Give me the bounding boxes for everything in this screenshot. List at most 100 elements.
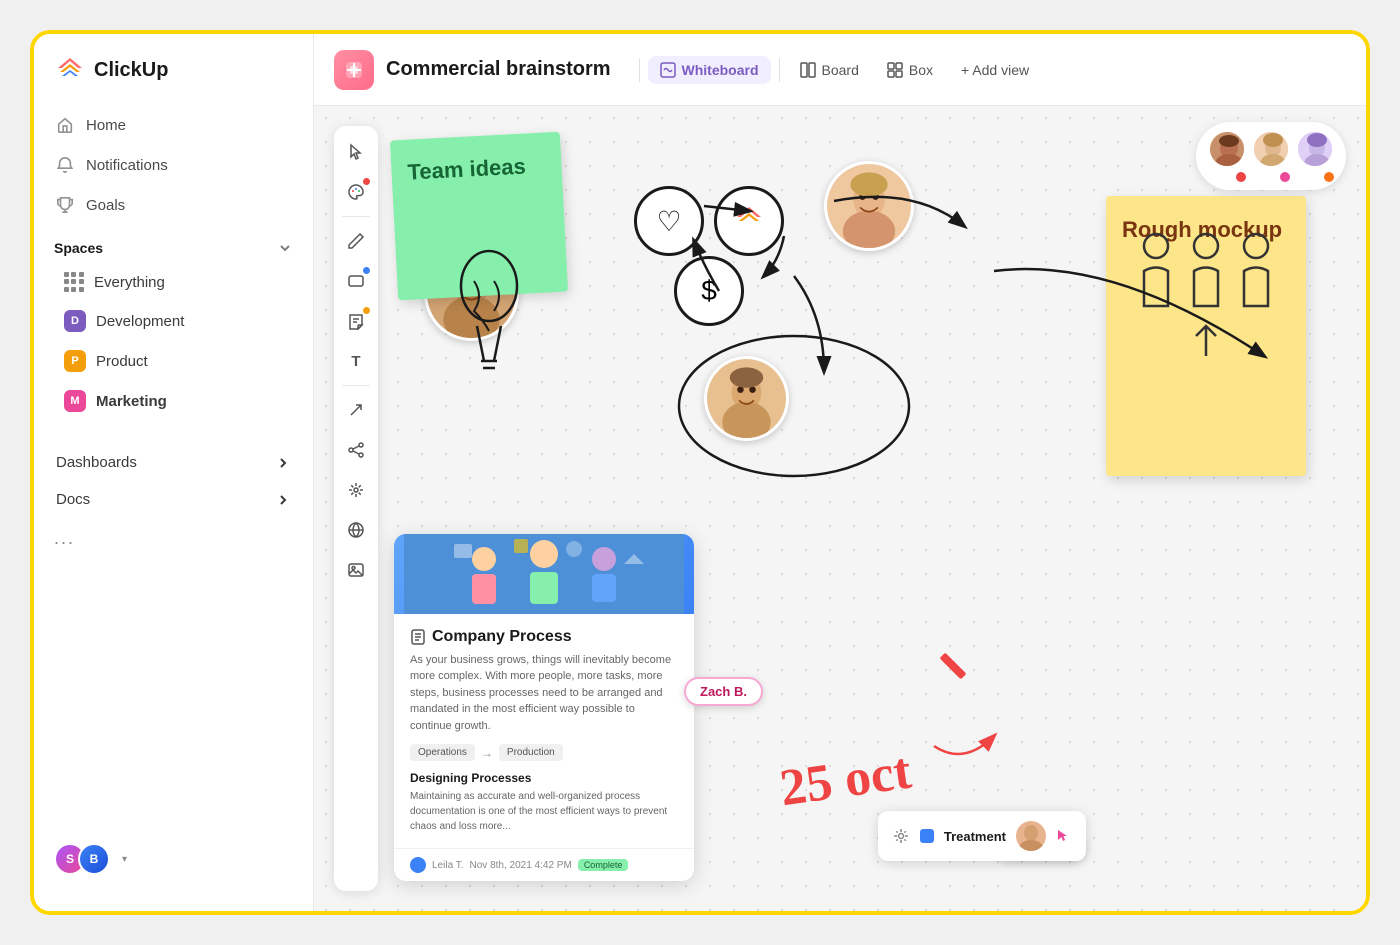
footer-complete-badge: Complete xyxy=(578,859,629,871)
tool-pencil[interactable] xyxy=(338,223,374,259)
toolbar-separator-1 xyxy=(342,216,370,217)
dashboards-item[interactable]: Dashboards xyxy=(44,444,303,481)
whiteboard-toolbar: T xyxy=(334,126,378,891)
share-icon xyxy=(347,441,365,459)
heart-circle: ♡ xyxy=(634,186,704,256)
footer-avatar-stack: S B xyxy=(54,843,110,875)
treatment-avatar-face xyxy=(1016,821,1046,851)
docs-item[interactable]: Docs xyxy=(44,481,303,518)
sidebar-item-product[interactable]: P Product xyxy=(54,342,293,380)
sidebar-more-button[interactable]: ... xyxy=(34,518,313,559)
collab1-face xyxy=(1210,132,1246,168)
collab3-face xyxy=(1298,132,1334,168)
marketing-label: Marketing xyxy=(96,393,167,410)
sidebar-item-marketing[interactable]: M Marketing xyxy=(54,382,293,420)
handwriting-svg: 25 oct xyxy=(774,731,994,811)
notifications-label: Notifications xyxy=(86,157,168,174)
note-icon xyxy=(347,312,365,330)
spaces-header[interactable]: Spaces xyxy=(54,240,293,256)
footer-dropdown-arrow[interactable]: ▾ xyxy=(122,854,127,865)
goals-label: Goals xyxy=(86,197,125,214)
tool-note[interactable] xyxy=(338,303,374,339)
development-label: Development xyxy=(96,313,184,330)
person3-face xyxy=(707,356,786,441)
doc-tag-arrow: → xyxy=(481,746,493,760)
document-card[interactable]: Company Process As your business grows, … xyxy=(394,534,694,882)
box-tab-label: Box xyxy=(909,62,933,78)
chevron-right-docs-icon xyxy=(275,492,291,508)
collab-dot-1 xyxy=(1236,172,1246,182)
tool-rectangle[interactable] xyxy=(338,263,374,299)
tool-text[interactable]: T xyxy=(338,343,374,379)
logo-area[interactable]: ClickUp xyxy=(34,54,313,106)
tool-image[interactable] xyxy=(338,552,374,588)
tool-ai[interactable] xyxy=(338,472,374,508)
product-badge: P xyxy=(64,350,86,372)
sidebar-item-home[interactable]: Home xyxy=(44,106,303,144)
tab-divider xyxy=(639,58,640,82)
sticky-note-team-ideas: Team ideas xyxy=(390,132,568,301)
move-cursor-icon xyxy=(892,827,910,845)
tab-box[interactable]: Box xyxy=(875,56,945,84)
note-dot xyxy=(363,307,370,314)
add-view-button[interactable]: + Add view xyxy=(949,56,1041,84)
tool-arrow[interactable] xyxy=(338,392,374,428)
tool-share[interactable] xyxy=(338,432,374,468)
tool-select[interactable] xyxy=(338,134,374,170)
cursor-pink-icon xyxy=(1056,828,1072,844)
sidebar-item-goals[interactable]: Goals xyxy=(44,186,303,224)
people-figures xyxy=(1126,226,1286,371)
whiteboard-canvas[interactable]: T xyxy=(314,106,1366,911)
whiteboard-tab-label: Whiteboard xyxy=(682,62,759,78)
select-icon xyxy=(347,143,365,161)
collab-avatar-2 xyxy=(1252,130,1290,168)
collab-dot-2 xyxy=(1280,172,1290,182)
footer-author: Leila T. xyxy=(432,860,464,871)
collab-avatar-3 xyxy=(1296,130,1334,168)
add-view-label: + Add view xyxy=(961,62,1029,78)
sidebar-item-everything[interactable]: Everything xyxy=(54,264,293,300)
doc-description: As your business grows, things will inev… xyxy=(410,652,678,735)
dashboards-label: Dashboards xyxy=(56,454,137,471)
treatment-card: Treatment xyxy=(878,811,1086,861)
collab2-face xyxy=(1254,132,1290,168)
footer-author-dot xyxy=(410,857,426,873)
collab-dot-3 xyxy=(1324,172,1334,182)
doc-tags: Operations → Production xyxy=(410,744,678,761)
sidebar-footer: S B ▾ xyxy=(34,827,313,891)
spaces-title: Spaces xyxy=(54,240,103,256)
avatar-b[interactable]: B xyxy=(78,843,110,875)
chevron-down-icon xyxy=(277,240,293,256)
main-nav: Home Notifications Goals xyxy=(34,106,313,224)
tab-whiteboard[interactable]: Whiteboard xyxy=(648,56,771,84)
board-icon xyxy=(800,62,816,78)
image-icon xyxy=(347,561,365,579)
doc-title: Company Process xyxy=(410,628,678,646)
space-items-list: Everything D Development P Product M Mar… xyxy=(54,264,293,420)
footer-date: Nov 8th, 2021 4:42 PM xyxy=(470,860,572,871)
home-label: Home xyxy=(86,117,126,134)
date-annotation: 25 oct xyxy=(774,731,994,816)
palette-dot xyxy=(363,178,370,185)
rectangle-dot xyxy=(363,267,370,274)
dollar-circle: $ xyxy=(674,256,744,326)
header-tabs: Whiteboard Board xyxy=(635,56,1042,84)
palette-icon xyxy=(347,183,365,201)
doc-icon xyxy=(410,629,426,645)
everything-label: Everything xyxy=(94,274,165,291)
treatment-person-avatar xyxy=(1016,821,1046,851)
tab-divider-2 xyxy=(779,58,780,82)
logo-text: ClickUp xyxy=(94,59,168,82)
main-area: Commercial brainstorm Whiteboard xyxy=(314,34,1366,911)
tool-palette[interactable] xyxy=(338,174,374,210)
tab-board[interactable]: Board xyxy=(788,56,871,84)
tool-globe[interactable] xyxy=(338,512,374,548)
clickup-small-icon xyxy=(731,203,767,239)
banner-illustration xyxy=(404,534,684,614)
people-figures-svg xyxy=(1126,226,1286,366)
sidebar-item-development[interactable]: D Development xyxy=(54,302,293,340)
development-badge: D xyxy=(64,310,86,332)
pencil-icon xyxy=(347,232,365,250)
sidebar-item-notifications[interactable]: Notifications xyxy=(44,146,303,184)
trophy-icon xyxy=(56,196,74,214)
